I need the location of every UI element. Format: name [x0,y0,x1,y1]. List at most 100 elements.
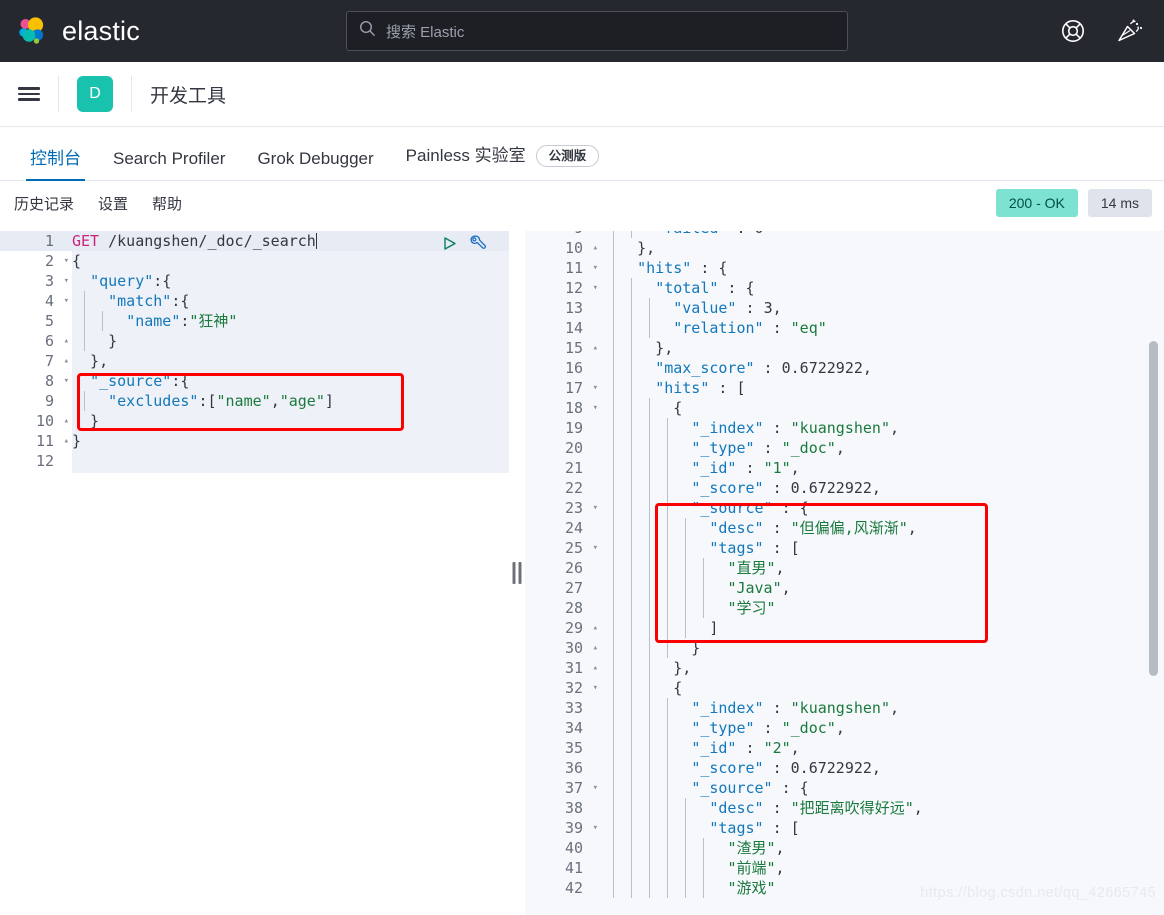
code-line[interactable]: 28 "学习" [525,598,1164,618]
code-line[interactable]: 22 "_score" : 0.6722922, [525,478,1164,498]
indent-guide [649,718,650,738]
tab-search-profiler[interactable]: Search Profiler [97,150,241,180]
code-text: }, [601,238,656,258]
code-line[interactable]: 26 "直男", [525,558,1164,578]
code-line[interactable]: 39 ▾ "tags" : [ [525,818,1164,838]
code-text: }, [72,352,109,370]
indent-guide [631,458,632,478]
code-line[interactable]: 24 "desc" : "但偏偏,风渐渐", [525,518,1164,538]
indent-guide [631,498,632,518]
code-line[interactable]: 5 "name":"狂神" [0,311,509,331]
code-line[interactable]: 25 ▾ "tags" : [ [525,538,1164,558]
line-number: 42 [564,879,583,897]
line-number: 11 ▾ [564,259,598,277]
indent-guide [703,578,704,598]
response-editor-pane[interactable]: 9 "failed" : 010▴ },11▾ "hits" : {12▾ "t… [525,231,1164,915]
code-line[interactable]: 13 "value" : 3, [525,298,1164,318]
code-text: "渣男", [589,838,1164,858]
code-line[interactable]: 1 GET /kuangshen/_doc/_search [0,231,509,251]
code-text: "hits" : [ [589,378,1164,398]
code-line[interactable]: 38 "desc" : "把距离吹得好远", [525,798,1164,818]
tab-painless-lab[interactable]: Painless 实验室 公测版 [390,144,616,181]
help-link[interactable]: 帮助 [152,193,182,214]
code-line[interactable]: 3 ▾ "query":{ [0,271,509,291]
code-line[interactable]: 18 ▾ { [525,398,1164,418]
history-link[interactable]: 历史记录 [14,193,74,214]
response-scrollbar[interactable] [1149,341,1158,676]
code-line[interactable]: 9 "failed" : 0 [525,231,1164,238]
tab-grok-debugger-label: Grok Debugger [257,149,374,168]
indent-guide [613,238,614,258]
line-number: 31 ▴ [564,659,598,677]
indent-guide [613,558,614,578]
tab-bar: 控制台 Search Profiler Grok Debugger Painle… [0,127,1164,181]
code-line[interactable]: 21 "_id" : "1", [525,458,1164,478]
tab-grok-debugger[interactable]: Grok Debugger [241,150,389,180]
code-line[interactable]: 29 ▴ ] [525,618,1164,638]
indent-guide [613,438,614,458]
code-line[interactable]: 31 ▴ }, [525,658,1164,678]
wrench-icon[interactable] [468,234,487,258]
search-input-placeholder[interactable]: 搜索 Elastic [386,21,464,42]
code-line[interactable]: 20 "_type" : "_doc", [525,438,1164,458]
code-line[interactable]: 10 ▴ }, [525,238,1164,258]
code-line[interactable]: 27 "Java", [525,578,1164,598]
code-line[interactable]: 9 "excludes":["name","age"] [0,391,509,411]
code-line[interactable]: 8 ▾ "_source":{ [0,371,509,391]
global-header: elastic 搜索 Elastic [0,0,1164,62]
help-icon[interactable] [1060,18,1086,44]
brand-block[interactable]: elastic [0,13,140,49]
code-line[interactable]: 35 "_id" : "2", [525,738,1164,758]
line-number: 32 ▾ [564,679,598,697]
code-line[interactable]: 11 ▾ "hits" : { [525,258,1164,278]
code-line[interactable]: 7 ▴ }, [0,351,509,371]
code-line[interactable]: 2 ▾{ [0,251,509,271]
indent-guide [631,278,632,298]
line-number: 37 ▾ [564,779,598,797]
code-line[interactable]: 30 ▴ } [525,638,1164,658]
indent-guide [667,638,668,658]
nav-divider-2 [131,76,132,112]
global-search[interactable]: 搜索 Elastic [346,11,848,51]
celebration-icon[interactable] [1116,18,1144,44]
code-line[interactable]: 23 ▾ "_source" : { [525,498,1164,518]
line-number: 23 ▾ [564,499,598,517]
code-line[interactable]: 15 ▴ }, [525,338,1164,358]
code-text: "_index" : "kuangshen", [589,698,1164,718]
hamburger-icon[interactable] [0,84,58,104]
console-toolbar: 历史记录 设置 帮助 200 - OK 14 ms [0,181,1164,225]
indent-guide [613,358,614,378]
indent-guide [667,418,668,438]
code-line[interactable]: 37 ▾ "_source" : { [525,778,1164,798]
code-line[interactable]: 12 [0,451,509,471]
code-text: "_source" : { [589,778,1164,798]
code-line[interactable]: 41 "前端", [525,858,1164,878]
request-editor-pane[interactable]: 1 GET /kuangshen/_doc/_search 2 ▾{3 ▾ "query… [0,231,509,915]
play-icon[interactable] [441,235,458,257]
code-line[interactable]: 12 ▾ "total" : { [525,278,1164,298]
code-line[interactable]: 10 ▴ } [0,411,509,431]
settings-link[interactable]: 设置 [98,193,128,214]
code-line[interactable]: 32 ▾ { [525,678,1164,698]
code-line[interactable]: 40 "渣男", [525,838,1164,858]
code-line[interactable]: 17 ▾ "hits" : [ [525,378,1164,398]
code-text: "_source":{ [90,372,190,390]
status-badge: 200 - OK [995,189,1078,217]
nav-divider-1 [58,76,59,112]
tab-console[interactable]: 控制台 [14,150,97,181]
code-line[interactable]: 4 ▾ "match":{ [0,291,509,311]
code-line[interactable]: 16 "max_score" : 0.6722922, [525,358,1164,378]
code-line[interactable]: 36 "_score" : 0.6722922, [525,758,1164,778]
code-line[interactable]: 33 "_index" : "kuangshen", [525,698,1164,718]
code-text: }, [601,658,692,678]
code-line[interactable]: 19 "_index" : "kuangshen", [525,418,1164,438]
code-line[interactable]: 6 ▴ } [0,331,509,351]
indent-guide [613,638,614,658]
editor-splitter[interactable] [509,231,525,915]
code-line[interactable]: 14 "relation" : "eq" [525,318,1164,338]
code-line[interactable]: 34 "_type" : "_doc", [525,718,1164,738]
code-line[interactable]: 11 ▴} [0,431,509,451]
indent-guide [613,718,614,738]
indent-guide [649,398,650,418]
app-avatar-badge[interactable]: D [77,76,113,112]
